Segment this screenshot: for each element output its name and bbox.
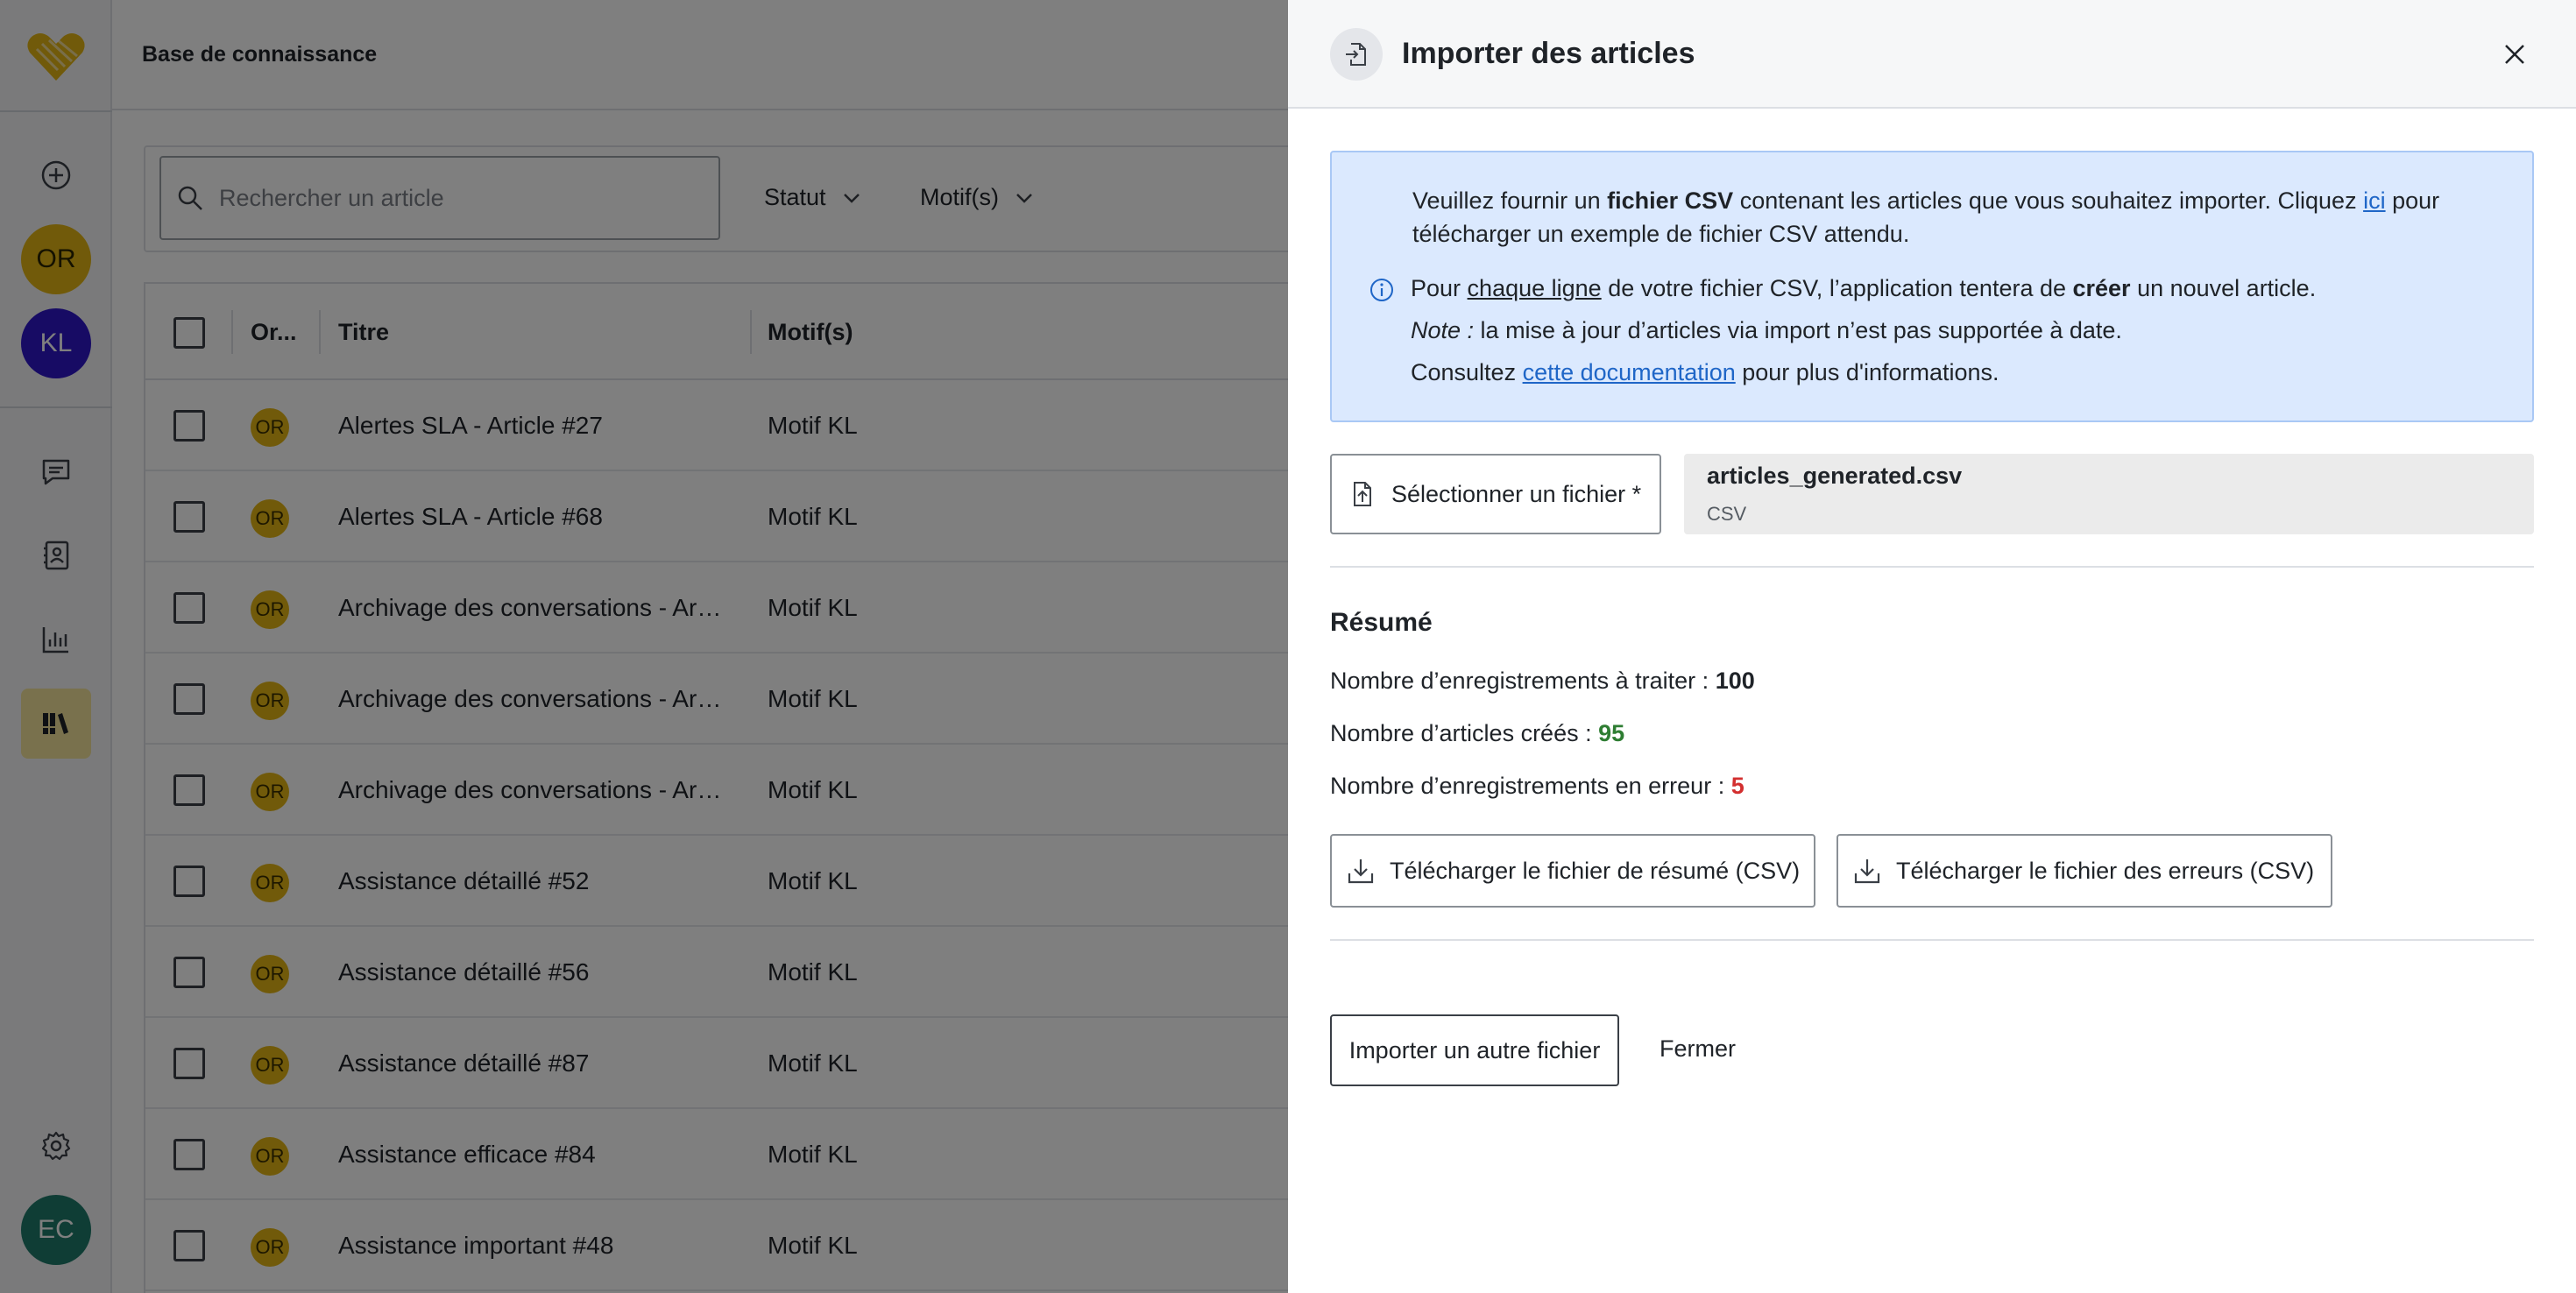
records-to-process: Nombre d’enregistrements à traiter : 100: [1330, 668, 1755, 695]
records-in-error: Nombre d’enregistrements en erreur : 5: [1330, 773, 1744, 800]
stat-label: Nombre d’articles créés :: [1330, 720, 1599, 746]
info-text-bold: fichier CSV: [1607, 187, 1734, 214]
stat-label: Nombre d’enregistrements en erreur :: [1330, 773, 1731, 799]
close-text-button[interactable]: Fermer: [1660, 1035, 1736, 1063]
info-text-italic: Note :: [1411, 317, 1475, 343]
info-text: contenant les articles que vous souhaite…: [1733, 187, 2364, 214]
info-text: Veuillez fournir un: [1412, 187, 1608, 214]
download-summary-button[interactable]: Télécharger le fichier de résumé (CSV): [1330, 834, 1815, 908]
drawer-header: Importer des articles: [1288, 0, 2576, 109]
sample-csv-link[interactable]: ici: [2363, 187, 2386, 214]
import-info-box: Veuillez fournir un fichier CSV contenan…: [1330, 151, 2534, 422]
info-text: pour: [2385, 187, 2440, 214]
stat-value-success: 95: [1598, 720, 1625, 746]
info-text: de votre fichier CSV, l’application tent…: [1601, 275, 2073, 301]
stat-value-error: 5: [1730, 773, 1744, 799]
close-icon: [2505, 45, 2524, 64]
file-upload-icon: [1354, 482, 1371, 506]
info-line-1: Veuillez fournir un fichier CSV contenan…: [1412, 184, 2439, 217]
selected-file-card: articles_generated.csv CSV: [1684, 454, 2534, 534]
info-text-underlined: chaque ligne: [1467, 275, 1602, 301]
download-icon: [1854, 859, 1880, 884]
info-line-5: Consultez cette documentation pour plus …: [1411, 356, 1999, 389]
info-text-bold: créer: [2072, 275, 2131, 301]
stat-value: 100: [1715, 668, 1755, 694]
divider: [1330, 566, 2534, 568]
articles-created: Nombre d’articles créés : 95: [1330, 720, 1624, 747]
info-line-3: Pour chaque ligne de votre fichier CSV, …: [1411, 272, 2316, 305]
modal-backdrop[interactable]: [0, 0, 1288, 1293]
stat-label: Nombre d’enregistrements à traiter :: [1330, 668, 1716, 694]
info-text: Consultez: [1411, 359, 1523, 385]
info-icon: [1370, 279, 1393, 301]
select-file-label: Sélectionner un fichier *: [1391, 480, 1642, 507]
download-errors-button[interactable]: Télécharger le fichier des erreurs (CSV): [1836, 834, 2332, 908]
select-file-button[interactable]: Sélectionner un fichier *: [1330, 454, 1661, 534]
info-text: un nouvel article.: [2130, 275, 2317, 301]
info-text: Pour: [1411, 275, 1468, 301]
summary-title: Résumé: [1330, 608, 1433, 637]
import-another-file-button[interactable]: Importer un autre fichier: [1330, 1014, 1619, 1086]
file-type: CSV: [1707, 503, 1747, 525]
documentation-link[interactable]: cette documentation: [1523, 359, 1736, 385]
file-import-icon: [1330, 28, 1383, 81]
info-line-2: télécharger un exemple de fichier CSV at…: [1412, 221, 1910, 247]
divider: [1330, 939, 2534, 941]
close-button[interactable]: [2494, 33, 2536, 75]
drawer-title: Importer des articles: [1402, 37, 1695, 70]
download-errors-label: Télécharger le fichier des erreurs (CSV): [1896, 857, 2315, 884]
info-text: la mise à jour d’articles via import n’e…: [1474, 317, 2122, 343]
import-articles-drawer: Importer des articles Veuillez fournir u…: [1288, 0, 2576, 1293]
download-summary-label: Télécharger le fichier de résumé (CSV): [1390, 857, 1801, 884]
file-name: articles_generated.csv: [1707, 463, 1963, 489]
info-line-4: Note : la mise à jour d’articles via imp…: [1411, 314, 2122, 347]
info-text: pour plus d'informations.: [1735, 359, 1999, 385]
download-icon: [1348, 859, 1374, 884]
